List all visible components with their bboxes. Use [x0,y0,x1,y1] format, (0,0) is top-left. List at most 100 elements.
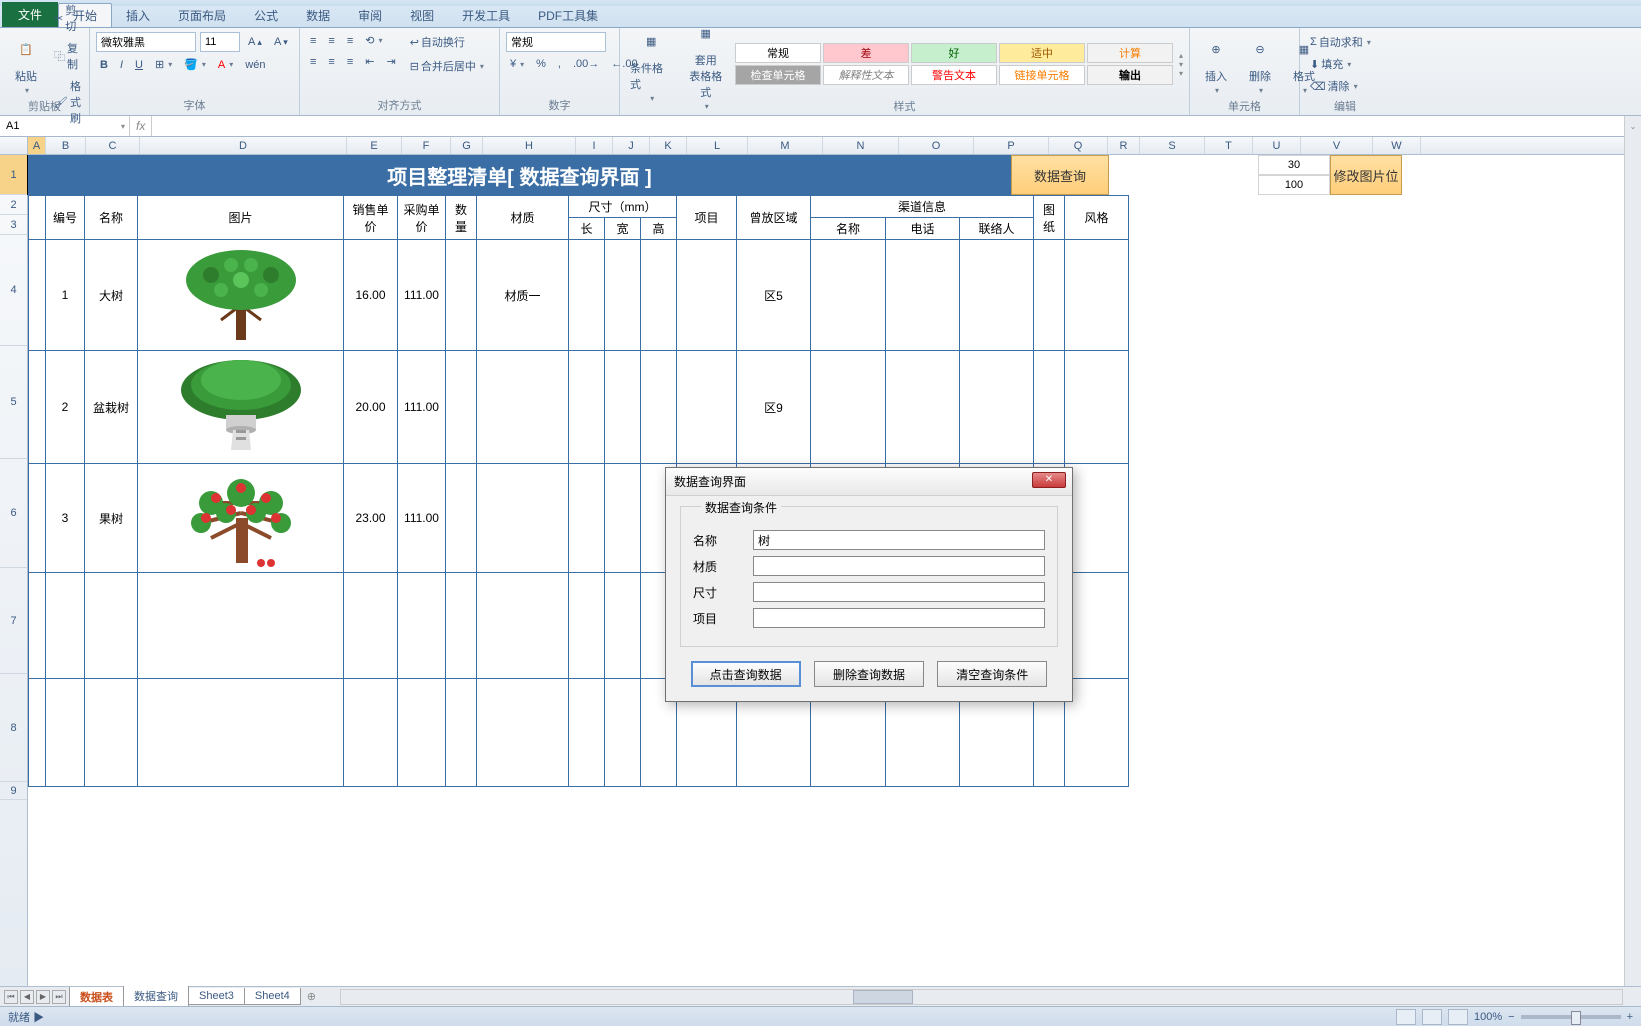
cell[interactable]: 1 [46,240,85,351]
decrease-font-button[interactable]: A▾ [270,34,292,50]
cell[interactable]: 20.00 [344,351,398,464]
cell[interactable] [477,573,569,679]
comma-button[interactable]: , [554,56,565,72]
tab-data[interactable]: 数据 [292,4,344,27]
cell[interactable] [477,351,569,464]
style-neutral[interactable]: 适中 [999,43,1085,63]
cell[interactable]: 2 [46,351,85,464]
cell[interactable]: 3 [46,464,85,573]
cell[interactable]: 111.00 [398,464,446,573]
font-size-select[interactable] [200,32,240,52]
increase-font-button[interactable]: A▴ [244,34,266,50]
horizontal-scrollbar[interactable] [340,989,1623,1005]
number-format-select[interactable] [506,32,606,52]
align-mid-button[interactable]: ≡ [324,33,338,49]
orientation-button[interactable]: ⟲ [361,32,386,49]
macro-icon[interactable]: ▶ [33,1012,44,1024]
col-header-R[interactable]: R [1108,137,1140,154]
sheet-tab-1[interactable]: 数据表 [69,987,124,1007]
cell[interactable] [46,679,85,787]
cell[interactable] [446,240,477,351]
wrap-button[interactable]: ↩自动换行 [406,32,488,52]
cell[interactable] [1065,573,1129,679]
tab-last[interactable]: ⏭ [52,990,66,1004]
col-header-W[interactable]: W [1373,137,1421,154]
col-header-E[interactable]: E [347,137,402,154]
cut-button[interactable]: ✂剪切 [50,0,85,36]
cell[interactable] [446,679,477,787]
style-link[interactable]: 链接单元格 [999,65,1085,85]
field-name-input[interactable] [753,530,1045,550]
cell[interactable] [85,573,138,679]
col-header-N[interactable]: N [823,137,899,154]
cell[interactable]: 盆栽树 [85,351,138,464]
col-header-K[interactable]: K [650,137,687,154]
cell[interactable] [960,240,1034,351]
row-header-3[interactable]: 3 [0,215,27,235]
align-top-button[interactable]: ≡ [306,33,320,49]
cell[interactable] [398,679,446,787]
cell[interactable]: 23.00 [344,464,398,573]
cell[interactable] [477,464,569,573]
cell[interactable] [85,679,138,787]
cell[interactable] [811,240,886,351]
font-color-button[interactable]: A [214,57,237,73]
cell[interactable] [960,351,1034,464]
cell[interactable] [569,240,605,351]
phonetic-button[interactable]: wén [241,57,269,73]
name-box[interactable]: A1 [0,116,130,136]
insert-cell-button[interactable]: ⊕插入 [1196,32,1236,97]
cell[interactable] [1065,679,1129,787]
underline-button[interactable]: U [131,57,147,73]
align-center-button[interactable]: ≡ [324,54,338,70]
dialog-titlebar[interactable]: 数据查询界面 ✕ [666,468,1072,496]
cell[interactable] [886,351,960,464]
row-header-4[interactable]: 4 [0,235,27,346]
col-header-J[interactable]: J [613,137,650,154]
cell[interactable]: 111.00 [398,240,446,351]
style-scroll-up[interactable]: ▴ [1179,51,1183,60]
currency-button[interactable]: ¥ [506,56,528,72]
vertical-scrollbar[interactable] [1624,137,1641,986]
formula-expand-button[interactable]: ⌄ [1624,116,1641,137]
style-explain[interactable]: 解释性文本 [823,65,909,85]
fill-button[interactable]: ⬇填充 [1306,54,1384,74]
cell[interactable] [1034,240,1065,351]
col-header-O[interactable]: O [899,137,974,154]
cell[interactable] [398,573,446,679]
cell[interactable] [605,240,641,351]
row-header-1[interactable]: 1 [0,155,27,195]
new-sheet-button[interactable]: ⊕ [301,990,322,1003]
cell[interactable] [605,573,641,679]
cell[interactable] [138,679,344,787]
style-warn[interactable]: 警告文本 [911,65,997,85]
cell[interactable] [29,464,46,573]
cell[interactable] [605,679,641,787]
cell[interactable] [569,679,605,787]
row-header-7[interactable]: 7 [0,568,27,674]
cell[interactable] [605,351,641,464]
fx-icon[interactable]: fx [136,119,145,133]
field-size-input[interactable] [753,582,1045,602]
cell[interactable] [1034,351,1065,464]
tab-review[interactable]: 审阅 [344,4,396,27]
cell[interactable]: 16.00 [344,240,398,351]
bold-button[interactable]: B [96,57,112,73]
cell[interactable] [138,240,344,351]
tab-next[interactable]: ▶ [36,990,50,1004]
indent-dec-button[interactable]: ⇤ [361,53,378,70]
cell[interactable]: 材质一 [477,240,569,351]
cell[interactable] [1065,351,1129,464]
cell[interactable]: 果树 [85,464,138,573]
cell[interactable] [138,464,344,573]
col-header-T[interactable]: T [1205,137,1253,154]
style-good[interactable]: 好 [911,43,997,63]
sum-button[interactable]: Σ自动求和 [1306,32,1384,52]
cell[interactable] [29,573,46,679]
data-query-button[interactable]: 数据查询 [1011,155,1109,195]
paste-button[interactable]: 📋 粘贴 [6,32,46,97]
col-header-U[interactable]: U [1253,137,1301,154]
field-material-input[interactable] [753,556,1045,576]
cell[interactable] [677,240,737,351]
cell[interactable] [886,240,960,351]
